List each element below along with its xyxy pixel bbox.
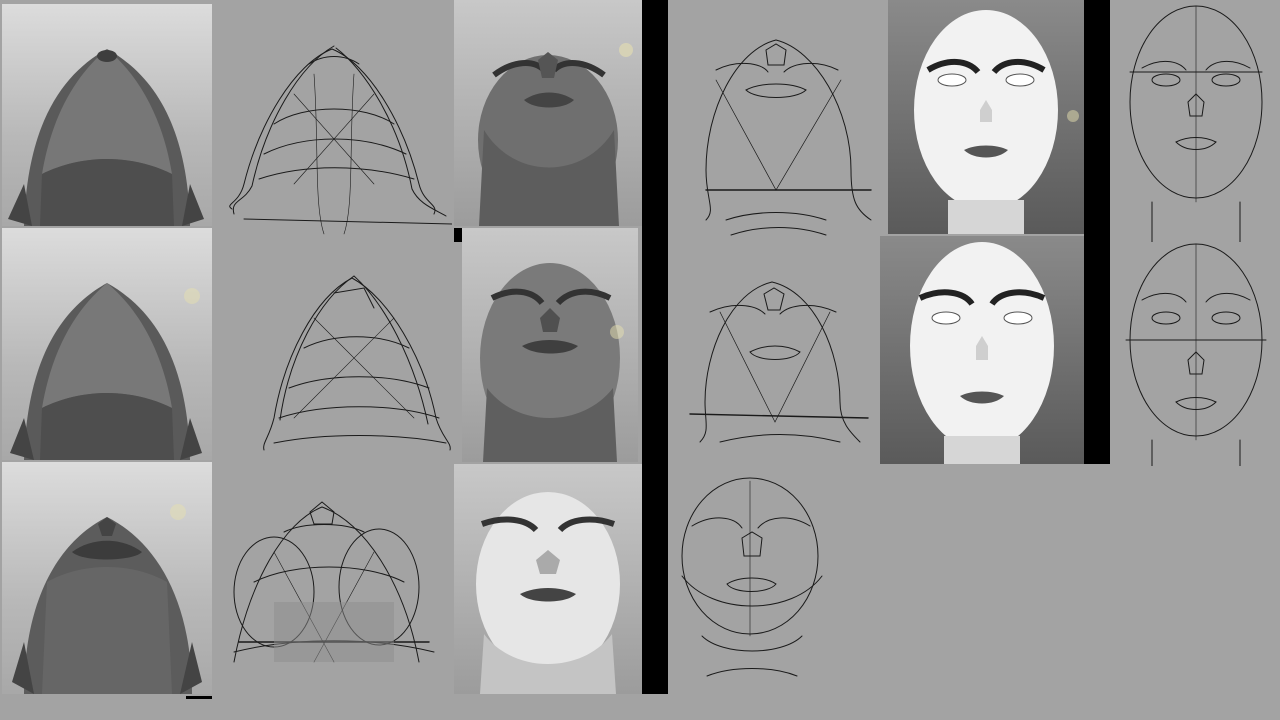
scroll-indicator-bar bbox=[186, 696, 212, 699]
sketch-chin-up-1 bbox=[214, 4, 452, 236]
sketch-lines bbox=[689, 281, 869, 443]
sketch-chin-up-2 bbox=[214, 238, 452, 460]
render-low-angle-1 bbox=[454, 0, 642, 226]
sketch-front-2 bbox=[1112, 240, 1278, 466]
sketch-lines bbox=[263, 275, 451, 451]
sketch-lines bbox=[681, 477, 823, 677]
column-separator bbox=[1084, 0, 1110, 464]
head-render-front bbox=[914, 10, 1079, 234]
column-separator bbox=[642, 0, 668, 694]
sketch-chin-up-3 bbox=[214, 462, 452, 694]
head-render-underside bbox=[10, 283, 202, 460]
render-chin-up-3 bbox=[2, 462, 212, 694]
head-render-underside-nose bbox=[12, 504, 202, 694]
sketch-low-angle-1 bbox=[676, 20, 876, 246]
sketch-lines bbox=[229, 45, 452, 235]
render-low-angle-3 bbox=[454, 464, 642, 694]
head-render-underside bbox=[8, 49, 204, 226]
head-render-low-angle bbox=[478, 43, 633, 226]
head-render-low-angle bbox=[480, 263, 624, 462]
head-render-front bbox=[910, 242, 1054, 464]
render-chin-up-2 bbox=[2, 228, 212, 460]
sketch-low-angle-3 bbox=[672, 476, 832, 694]
sketch-low-angle-2 bbox=[680, 272, 870, 466]
sketch-lines bbox=[1125, 243, 1267, 466]
sketch-lines bbox=[233, 501, 435, 663]
render-chin-up-1 bbox=[2, 4, 212, 226]
render-front-1 bbox=[888, 0, 1084, 234]
sketch-front-1 bbox=[1112, 2, 1278, 242]
sketch-lines bbox=[1129, 5, 1263, 242]
head-render-low-angle bbox=[476, 492, 620, 694]
panel-divider bbox=[454, 228, 462, 242]
render-low-angle-2 bbox=[462, 228, 638, 462]
render-front-2 bbox=[880, 236, 1084, 464]
sketch-lines bbox=[705, 39, 872, 236]
